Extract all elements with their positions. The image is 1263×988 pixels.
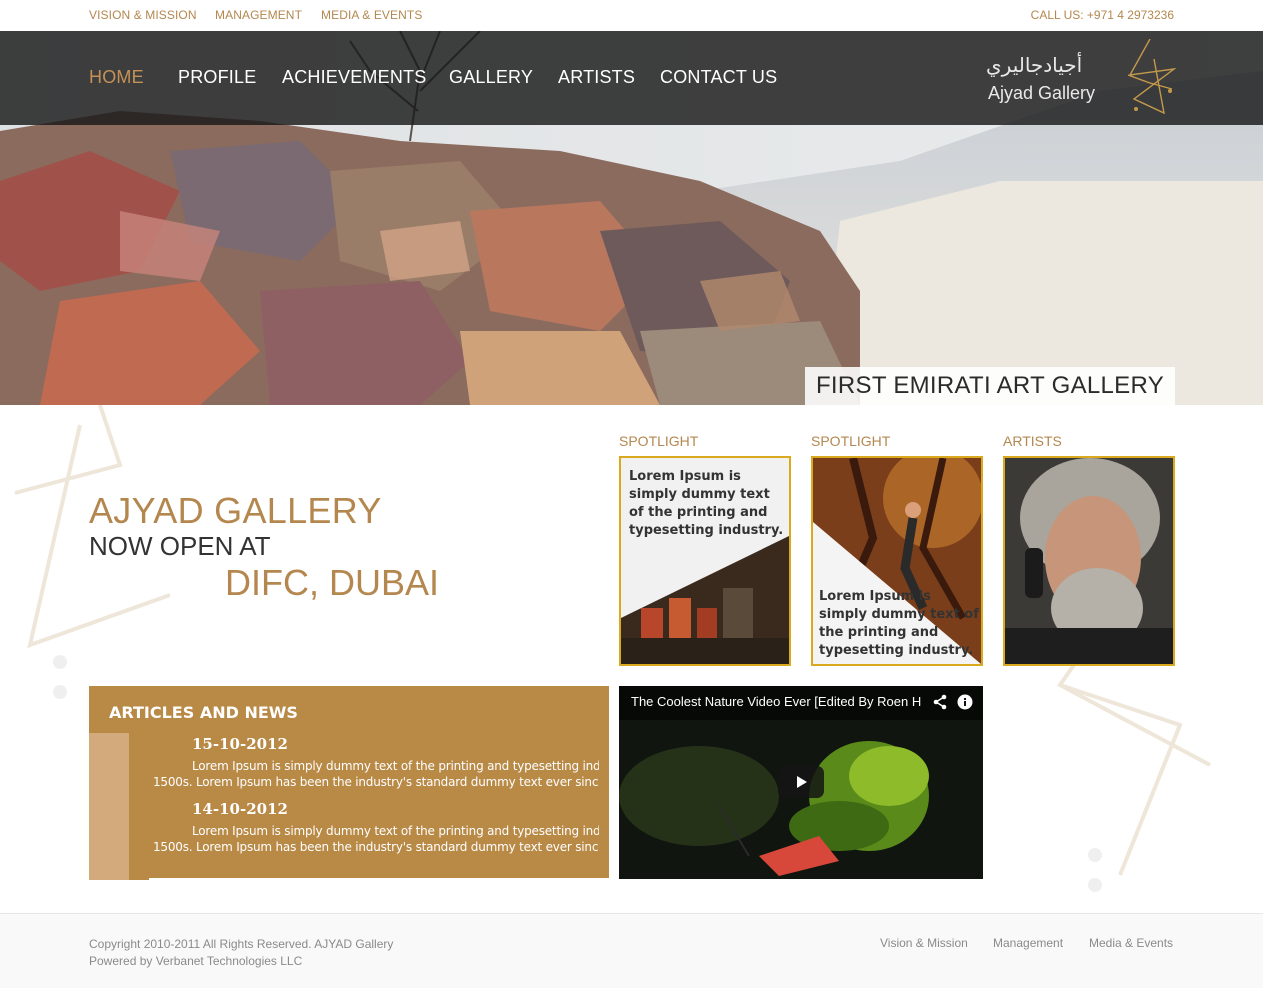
top-link-vision-mission[interactable]: VISION & MISSION bbox=[89, 8, 197, 22]
headline-title: AJYAD GALLERY bbox=[89, 490, 382, 531]
spotlight-card-2[interactable]: Lorem Ipsum is simply dummy text of the … bbox=[811, 456, 983, 666]
video-title[interactable]: The Coolest Nature Video Ever [Edited By… bbox=[631, 694, 921, 709]
artist-card[interactable] bbox=[1003, 456, 1175, 666]
nav-artists[interactable]: ARTISTS bbox=[558, 67, 635, 88]
news-text-line: Lorem Ipsum is simply dummy text of the … bbox=[192, 824, 599, 838]
logo-star-icon bbox=[1127, 39, 1176, 115]
news-bottom-divider bbox=[149, 878, 609, 880]
headline-subtitle: NOW OPEN AT bbox=[89, 531, 271, 561]
news-item[interactable]: 14-10-2012 Lorem Ipsum is simply dummy t… bbox=[153, 800, 599, 860]
share-icon[interactable] bbox=[932, 694, 948, 710]
footer-link-media-events[interactable]: Media & Events bbox=[1089, 936, 1173, 950]
top-link-media-events[interactable]: MEDIA & EVENTS bbox=[321, 8, 422, 22]
nav-profile[interactable]: PROFILE bbox=[178, 67, 256, 88]
logo-english-text: Ajyad Gallery bbox=[988, 83, 1096, 103]
powered-by-text: Powered by Verbanet Technologies LLC bbox=[89, 954, 303, 968]
spotlight-2-text: Lorem Ipsum is simply dummy text of the … bbox=[819, 589, 979, 658]
nav-achievements[interactable]: ACHIEVEMENTS bbox=[282, 67, 426, 88]
video-player[interactable]: The Coolest Nature Video Ever [Edited By… bbox=[619, 686, 983, 879]
ajyad-gallery-logo[interactable]: أجيادجاليري Ajyad Gallery bbox=[986, 39, 1176, 119]
footer-link-vision-mission[interactable]: Vision & Mission bbox=[880, 936, 968, 950]
spotlight-1-text: Lorem Ipsum is simply dummy text of the … bbox=[629, 469, 784, 538]
headline-location: DIFC, DUBAI bbox=[225, 562, 440, 603]
news-text-line: 1500s. Lorem Ipsum has been the industry… bbox=[153, 775, 599, 789]
nav-home[interactable]: HOME bbox=[89, 67, 144, 88]
info-icon[interactable] bbox=[957, 694, 973, 710]
play-button[interactable] bbox=[778, 766, 824, 798]
spotlight-title-1: SPOTLIGHT bbox=[619, 433, 699, 449]
logo-arabic-text: أجيادجاليري bbox=[986, 53, 1083, 77]
articles-news-panel: ARTICLES AND NEWS 15-10-2012 Lorem Ipsum… bbox=[89, 686, 609, 880]
hero-banner: HOME PROFILE ACHIEVEMENTS GALLERY ARTIST… bbox=[0, 31, 1263, 405]
news-side-bar bbox=[89, 733, 129, 880]
nav-contact-us[interactable]: CONTACT US bbox=[660, 67, 777, 88]
page-footer: Copyright 2010-2011 All Rights Reserved.… bbox=[0, 913, 1263, 988]
copyright-text: Copyright 2010-2011 All Rights Reserved.… bbox=[89, 937, 394, 951]
nav-gallery[interactable]: GALLERY bbox=[449, 67, 533, 88]
footer-link-management[interactable]: Management bbox=[993, 936, 1063, 950]
main-navbar: HOME PROFILE ACHIEVEMENTS GALLERY ARTIST… bbox=[0, 31, 1263, 125]
main-content: AJYAD GALLERY NOW OPEN AT DIFC, DUBAI SP… bbox=[0, 405, 1263, 913]
artists-title: ARTISTS bbox=[1003, 433, 1062, 449]
spotlight-card-1[interactable]: Lorem Ipsum is simply dummy text of the … bbox=[619, 456, 791, 666]
footer-copyright: Copyright 2010-2011 All Rights Reserved.… bbox=[89, 936, 393, 970]
news-panel-title: ARTICLES AND NEWS bbox=[109, 703, 298, 722]
top-link-management[interactable]: MANAGEMENT bbox=[215, 8, 302, 22]
top-utility-bar: VISION & MISSION MANAGEMENT MEDIA & EVEN… bbox=[0, 0, 1263, 31]
play-icon bbox=[797, 776, 807, 788]
call-us-text: CALL US: +971 4 2973236 bbox=[1030, 8, 1174, 22]
news-date: 15-10-2012 bbox=[192, 735, 288, 753]
hero-caption: FIRST EMIRATI ART GALLERY bbox=[804, 367, 1175, 405]
artist-portrait-image bbox=[1005, 458, 1173, 664]
news-text-line: Lorem Ipsum is simply dummy text of the … bbox=[192, 759, 599, 773]
news-date: 14-10-2012 bbox=[192, 800, 288, 818]
spotlight-title-2: SPOTLIGHT bbox=[811, 433, 891, 449]
news-text-line: 1500s. Lorem Ipsum has been the industry… bbox=[153, 840, 599, 854]
news-item[interactable]: 15-10-2012 Lorem Ipsum is simply dummy t… bbox=[153, 735, 599, 795]
gallery-headline: AJYAD GALLERY NOW OPEN AT DIFC, DUBAI bbox=[89, 491, 439, 605]
